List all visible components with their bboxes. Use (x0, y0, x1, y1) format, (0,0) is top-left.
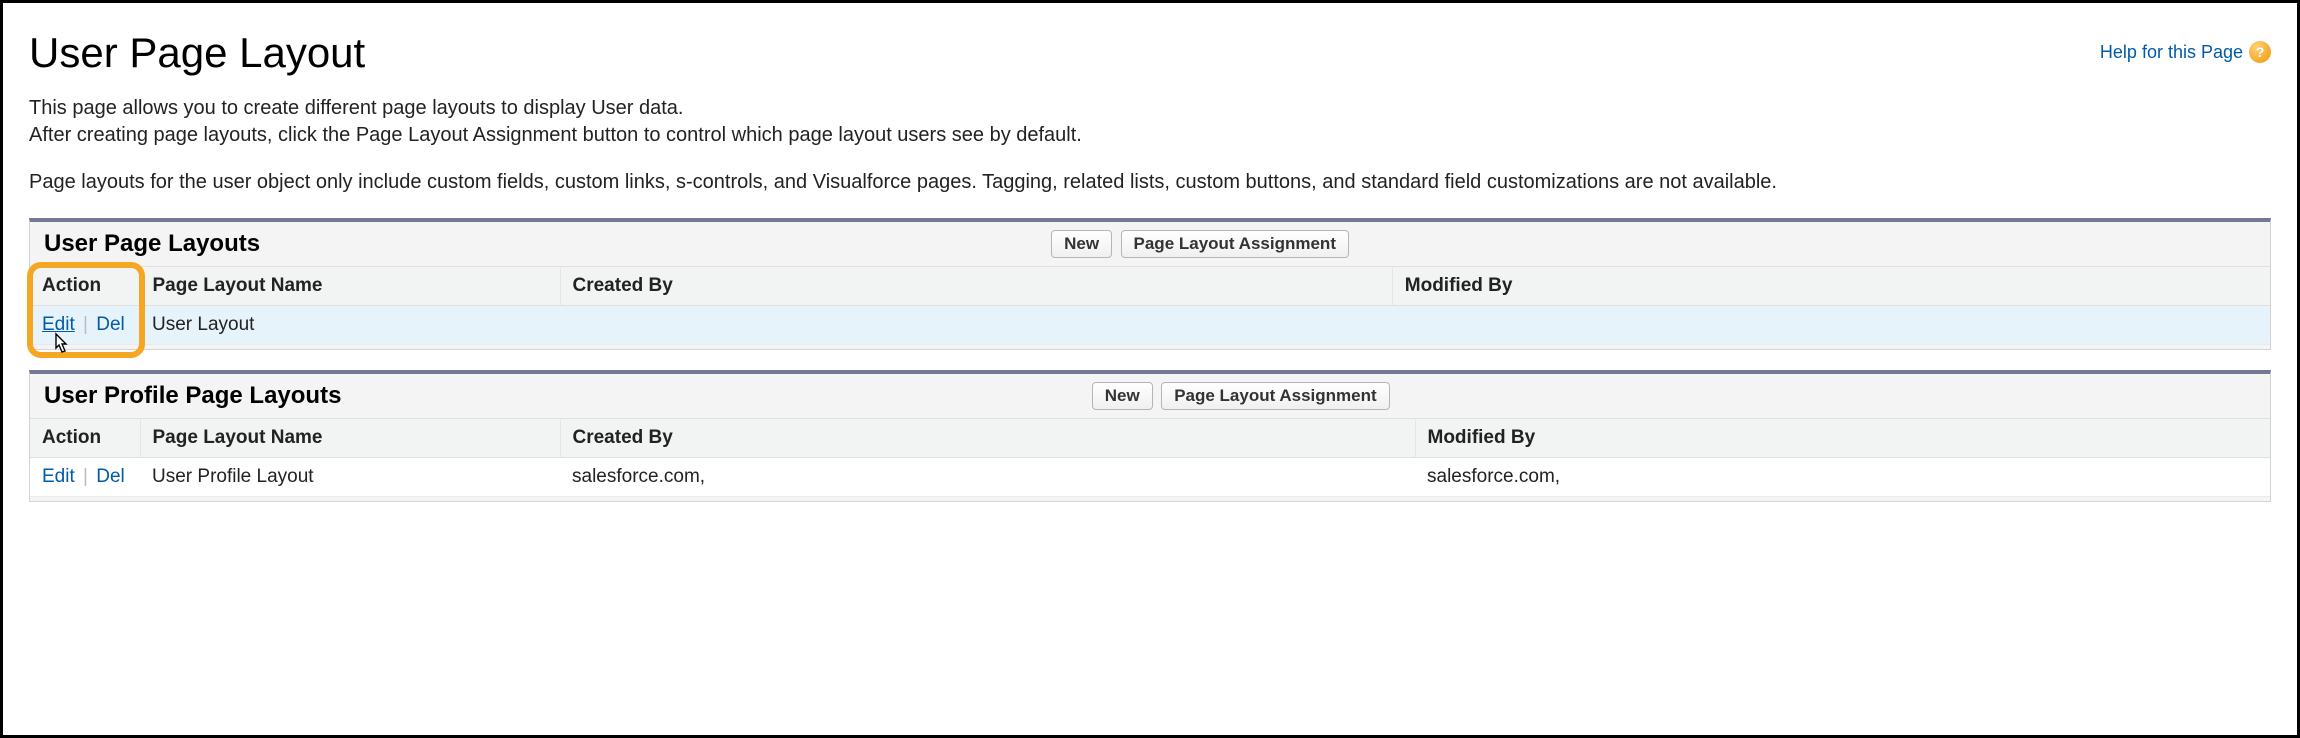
table-user-profile-page-layouts: Action Page Layout Name Created By Modif… (30, 418, 2270, 497)
col-modified-by: Modified By (1392, 267, 2270, 306)
intro-line1: This page allows you to create different… (29, 97, 683, 119)
table-user-page-layouts: Action Page Layout Name Created By Modif… (30, 266, 2270, 345)
col-action: Action (30, 267, 140, 306)
col-action: Action (30, 419, 140, 458)
col-page-layout-name: Page Layout Name (140, 419, 560, 458)
cell-created-by: salesforce.com, (560, 458, 1415, 497)
cell-modified-by: salesforce.com, (1415, 458, 2270, 497)
section-user-page-layouts: User Page Layouts New Page Layout Assign… (29, 218, 2271, 350)
cell-modified-by (1392, 306, 2270, 345)
separator: | (80, 314, 91, 335)
col-created-by: Created By (560, 419, 1415, 458)
col-modified-by: Modified By (1415, 419, 2270, 458)
intro-text: This page allows you to create different… (29, 95, 2271, 196)
del-link[interactable]: Del (96, 466, 125, 487)
help-for-this-page-link[interactable]: Help for this Page ? (2100, 41, 2271, 63)
edit-link[interactable]: Edit (42, 466, 75, 487)
table-row: Edit | Del User Profile Layout salesforc… (30, 458, 2270, 497)
cell-page-layout-name: User Profile Layout (140, 458, 560, 497)
help-icon: ? (2249, 41, 2271, 63)
col-created-by: Created By (560, 267, 1392, 306)
page-layout-assignment-button[interactable]: Page Layout Assignment (1121, 230, 1349, 258)
col-page-layout-name: Page Layout Name (140, 267, 560, 306)
intro-para2: Page layouts for the user object only in… (29, 169, 2271, 196)
section-user-profile-page-layouts: User Profile Page Layouts New Page Layou… (29, 370, 2271, 502)
edit-link[interactable]: Edit (42, 314, 75, 335)
new-button[interactable]: New (1092, 382, 1153, 410)
separator: | (80, 466, 91, 487)
page-title: User Page Layout (29, 29, 365, 77)
del-link[interactable]: Del (96, 314, 125, 335)
table-row: Edit | Del User Layout (30, 306, 2270, 345)
cell-page-layout-name: User Layout (140, 306, 560, 345)
help-link-label: Help for this Page (2100, 42, 2243, 63)
cell-created-by (560, 306, 1392, 345)
intro-line2: After creating page layouts, click the P… (29, 124, 1082, 146)
page-layout-assignment-button[interactable]: Page Layout Assignment (1161, 382, 1389, 410)
new-button[interactable]: New (1051, 230, 1112, 258)
